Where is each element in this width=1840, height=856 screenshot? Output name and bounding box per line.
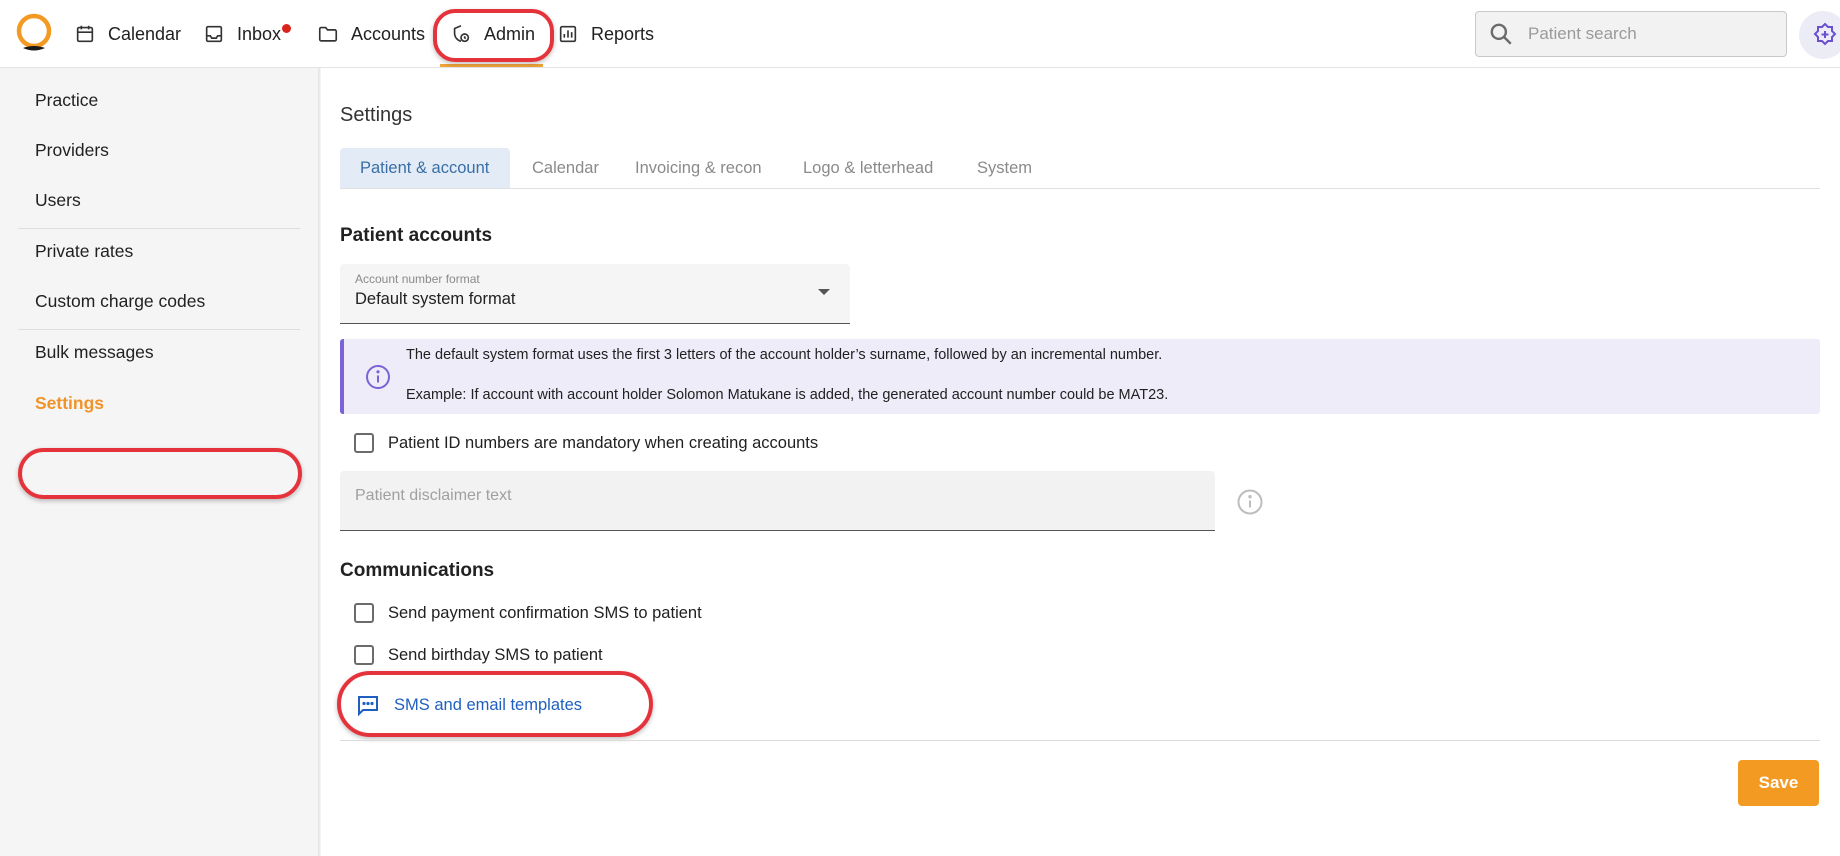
settings-panel: Settings Patient & account Calendar Invo… — [321, 68, 1840, 856]
dropdown-arrow-icon — [818, 289, 830, 295]
nav-accounts[interactable]: Accounts — [317, 0, 425, 68]
top-navigation-bar: Calendar Inbox Accounts Admin Reports — [0, 0, 1840, 68]
sidebar-item-bulk-messages[interactable]: Bulk messages — [35, 342, 154, 362]
sidebar-item-practice[interactable]: Practice — [35, 90, 98, 110]
calendar-icon — [76, 25, 94, 43]
birthday-sms-checkbox-row[interactable]: Send birthday SMS to patient — [354, 645, 603, 665]
save-button[interactable]: Save — [1738, 760, 1819, 806]
sidebar-item-providers[interactable]: Providers — [35, 140, 109, 160]
info-icon[interactable] — [1236, 488, 1264, 516]
select-value: Default system format — [355, 290, 516, 308]
sidebar-item-users[interactable]: Users — [35, 190, 81, 210]
folder-icon — [318, 26, 338, 42]
nav-calendar-label: Calendar — [108, 23, 182, 44]
avatar[interactable] — [1799, 11, 1840, 59]
sidebar-item-settings[interactable]: Settings — [35, 393, 104, 413]
birthday-sms-checkbox[interactable] — [354, 645, 374, 665]
annotation-highlight-settings — [18, 448, 302, 499]
nav-accounts-label: Accounts — [351, 23, 426, 44]
search-icon — [1490, 23, 1512, 45]
account-number-format-select[interactable]: Account number format Default system for… — [340, 264, 850, 324]
sidebar-divider — [18, 329, 300, 330]
checkbox-label: Send birthday SMS to patient — [388, 645, 603, 664]
medical-badge-icon — [1813, 22, 1837, 46]
payment-sms-checkbox[interactable] — [354, 603, 374, 623]
patient-search-input[interactable] — [1528, 24, 1778, 44]
info-text-line: The default system format uses the first… — [406, 347, 1163, 363]
chart-icon — [559, 25, 577, 43]
footer-divider — [340, 740, 1820, 741]
info-icon — [366, 365, 390, 389]
page-title: Settings — [340, 104, 413, 126]
nav-calendar[interactable]: Calendar — [74, 0, 181, 68]
active-tab-indicator — [440, 64, 543, 67]
sidebar: Practice Providers Users Private rates C… — [0, 68, 318, 856]
annotation-highlight-templates — [337, 671, 653, 737]
payment-sms-checkbox-row[interactable]: Send payment confirmation SMS to patient — [354, 603, 702, 623]
app-logo-icon[interactable] — [14, 13, 54, 53]
account-format-info-banner: The default system format uses the first… — [340, 339, 1820, 414]
patient-disclaimer-input[interactable] — [340, 471, 1215, 530]
sidebar-item-custom-charge-codes[interactable]: Custom charge codes — [35, 291, 205, 311]
patient-search[interactable] — [1475, 11, 1787, 57]
sidebar-item-private-rates[interactable]: Private rates — [35, 241, 133, 261]
tab-system[interactable]: System — [977, 148, 1032, 188]
tab-invoicing-recon[interactable]: Invoicing & recon — [635, 148, 762, 188]
id-mandatory-checkbox[interactable] — [354, 433, 374, 453]
select-label: Account number format — [355, 272, 480, 286]
nav-reports-label: Reports — [591, 23, 655, 44]
checkbox-label: Send payment confirmation SMS to patient — [388, 603, 702, 622]
tab-calendar[interactable]: Calendar — [532, 148, 599, 188]
inbox-icon — [205, 25, 223, 43]
annotation-highlight-admin — [433, 9, 554, 62]
settings-tabs: Patient & account Calendar Invoicing & r… — [340, 148, 1820, 257]
nav-inbox[interactable]: Inbox — [203, 0, 281, 68]
nav-reports[interactable]: Reports — [557, 0, 654, 68]
tabs-divider — [340, 188, 1820, 189]
notification-dot — [282, 24, 291, 33]
patient-disclaimer-field[interactable] — [340, 471, 1215, 531]
sidebar-divider — [18, 228, 300, 229]
nav-inbox-label: Inbox — [237, 23, 282, 44]
info-text-line: Example: If account with account holder … — [406, 387, 1169, 403]
patient-accounts-heading: Patient accounts — [340, 225, 493, 246]
communications-heading: Communications — [340, 560, 495, 581]
tab-patient-account[interactable]: Patient & account — [340, 148, 510, 188]
id-mandatory-checkbox-row[interactable]: Patient ID numbers are mandatory when cr… — [354, 433, 818, 453]
tab-logo-letterhead[interactable]: Logo & letterhead — [803, 148, 933, 188]
checkbox-label: Patient ID numbers are mandatory when cr… — [388, 433, 819, 452]
